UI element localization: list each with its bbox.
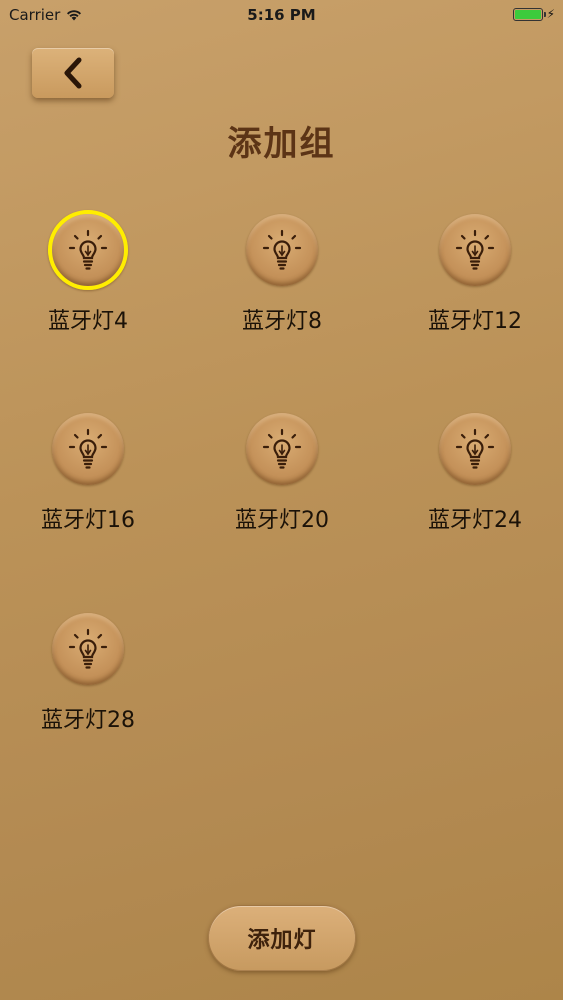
lightbulb-icon [68, 428, 108, 469]
lamp-label: 蓝牙灯12 [428, 309, 522, 334]
add-lamp-button[interactable]: 添加灯 [208, 905, 356, 971]
lamp-label: 蓝牙灯28 [41, 708, 135, 733]
lamp-item-1[interactable]: 蓝牙灯4 [8, 210, 168, 354]
lightbulb-icon [68, 229, 108, 270]
lamp-button[interactable] [48, 210, 128, 290]
lightbulb-icon [455, 428, 495, 469]
lamp-item-7[interactable]: 蓝牙灯28 [8, 613, 168, 753]
lamp-button[interactable] [52, 413, 124, 485]
lamp-button[interactable] [439, 413, 511, 485]
lamp-item-4[interactable]: 蓝牙灯16 [8, 413, 168, 553]
lamp-grid: 蓝牙灯4 蓝牙灯8 蓝牙灯12 蓝牙灯16 蓝牙灯20 蓝牙灯24 蓝牙灯28 [0, 0, 563, 1000]
lamp-button[interactable] [246, 413, 318, 485]
lightbulb-icon [262, 229, 302, 270]
lightbulb-icon [68, 628, 108, 669]
lamp-item-3[interactable]: 蓝牙灯12 [395, 214, 555, 354]
lamp-label: 蓝牙灯16 [41, 508, 135, 533]
lightbulb-icon [262, 428, 302, 469]
lamp-label: 蓝牙灯8 [242, 309, 322, 334]
lamp-item-6[interactable]: 蓝牙灯24 [395, 413, 555, 553]
lamp-label: 蓝牙灯4 [48, 309, 128, 334]
lamp-label: 蓝牙灯24 [428, 508, 522, 533]
lamp-item-5[interactable]: 蓝牙灯20 [202, 413, 362, 553]
lamp-button[interactable] [246, 214, 318, 286]
lamp-button[interactable] [439, 214, 511, 286]
lightbulb-icon [455, 229, 495, 270]
lamp-label: 蓝牙灯20 [235, 508, 329, 533]
lamp-item-2[interactable]: 蓝牙灯8 [202, 214, 362, 354]
lamp-button[interactable] [52, 613, 124, 685]
